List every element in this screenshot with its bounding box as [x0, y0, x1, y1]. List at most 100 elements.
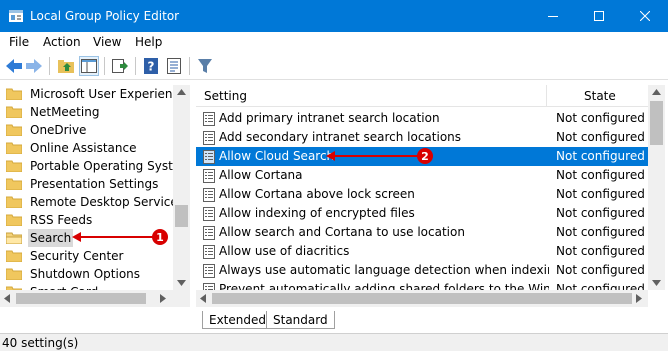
- scroll-up-icon: [652, 89, 661, 95]
- column-header-state[interactable]: State: [584, 88, 616, 104]
- show-hide-tree-icon: [81, 59, 97, 73]
- filter-button[interactable]: [195, 56, 215, 76]
- setting-state: Not configured: [556, 263, 645, 277]
- export-list-icon: [112, 59, 128, 73]
- show-hide-tree-button[interactable]: [79, 56, 99, 76]
- tree-item-online-assistance[interactable]: Online Assistance: [6, 139, 176, 157]
- column-header-setting[interactable]: Setting: [204, 88, 247, 104]
- navigation-tree[interactable]: Microsoft User Experience Virtualization…: [0, 85, 190, 307]
- setting-state: Not configured: [556, 206, 645, 220]
- tree-item-netmeeting[interactable]: NetMeeting: [6, 103, 176, 121]
- setting-name: Always use automatic language detection …: [219, 263, 549, 277]
- setting-row[interactable]: Allow use of diacritics Not configured: [196, 242, 648, 261]
- folder-icon: [6, 250, 22, 262]
- minimize-button[interactable]: [530, 0, 576, 32]
- tree-item-search[interactable]: Search: [6, 229, 176, 247]
- setting-row[interactable]: Allow Cortana above lock screen Not confi…: [196, 185, 648, 204]
- annotation-arrow-1: [78, 236, 154, 238]
- tree-item-label: Shutdown Options: [30, 267, 141, 281]
- folder-icon: [6, 214, 22, 226]
- tree-item-label: Portable Operating System: [30, 159, 176, 173]
- close-button[interactable]: [622, 0, 668, 32]
- tree-item-label: Security Center: [30, 249, 124, 263]
- maximize-button[interactable]: [576, 0, 622, 32]
- folder-icon: [6, 88, 22, 100]
- scroll-left-icon: [200, 294, 206, 303]
- tree-item-label: Microsoft User Experience Virtualization: [30, 87, 176, 101]
- tab-standard[interactable]: Standard: [266, 311, 335, 329]
- up-folder-icon: [58, 60, 74, 73]
- list-hscroll-thumb[interactable]: [212, 293, 632, 304]
- menu-file[interactable]: File: [9, 34, 29, 50]
- folder-icon: [6, 142, 22, 154]
- forward-button[interactable]: [24, 56, 44, 76]
- policy-setting-icon: [203, 187, 215, 202]
- setting-name: Add secondary intranet search locations: [219, 130, 462, 144]
- scroll-right-icon: [636, 294, 642, 303]
- annotation-badge-2: 2: [417, 148, 433, 164]
- setting-state: Not configured: [556, 149, 645, 163]
- menu-view[interactable]: View: [93, 34, 121, 50]
- setting-name: Allow Cortana: [219, 168, 303, 182]
- tree-item-rss-feeds[interactable]: RSS Feeds: [6, 211, 176, 229]
- settings-pane: Setting State Add primary intranet searc…: [196, 85, 668, 307]
- tree-item-label: Online Assistance: [30, 141, 137, 155]
- scroll-down-icon: [652, 280, 661, 286]
- tree-item-label: Remote Desktop Services: [30, 195, 176, 209]
- annotation-arrow-2: [332, 155, 418, 157]
- tree-horizontal-scrollbar[interactable]: [0, 290, 173, 307]
- list-horizontal-scrollbar[interactable]: [196, 290, 648, 307]
- close-icon: [640, 11, 650, 21]
- list-scroll-thumb[interactable]: [650, 101, 663, 145]
- folder-icon: [6, 160, 22, 172]
- policy-setting-icon: [203, 149, 215, 164]
- setting-name: Allow search and Cortana to use location: [219, 225, 465, 239]
- help-icon: ?: [144, 58, 158, 74]
- tree-hscroll-thumb[interactable]: [16, 293, 146, 304]
- properties-button[interactable]: [164, 56, 184, 76]
- policy-setting-icon: [203, 225, 215, 240]
- policy-setting-icon: [203, 111, 215, 126]
- tab-extended[interactable]: Extended: [202, 311, 273, 329]
- scroll-down-icon: [177, 280, 186, 286]
- list-vertical-scrollbar[interactable]: [648, 85, 665, 290]
- window-title: Local Group Policy Editor: [30, 9, 180, 23]
- setting-row[interactable]: Always use automatic language detection …: [196, 261, 648, 280]
- tree-item-presentation-settings[interactable]: Presentation Settings: [6, 175, 176, 193]
- setting-row[interactable]: Allow indexing of encrypted files Not con…: [196, 204, 648, 223]
- tree-item-label: OneDrive: [30, 123, 87, 137]
- tree-item-shutdown-options[interactable]: Shutdown Options: [6, 265, 176, 283]
- properties-icon: [167, 58, 181, 74]
- tree-vertical-scrollbar[interactable]: [173, 85, 190, 307]
- setting-row[interactable]: Allow search and Cortana to use location…: [196, 223, 648, 242]
- setting-name: Add primary intranet search location: [219, 111, 440, 125]
- setting-state: Not configured: [556, 130, 645, 144]
- tree-item-microsoft-user-experience-virtualization[interactable]: Microsoft User Experience Virtualization: [6, 85, 176, 103]
- tree-scroll-thumb[interactable]: [175, 205, 188, 227]
- policy-setting-icon: [203, 168, 215, 183]
- toolbar: ?: [0, 52, 668, 80]
- setting-row[interactable]: Add secondary intranet search locations N…: [196, 128, 648, 147]
- menu-action[interactable]: Action: [43, 34, 81, 50]
- tree-item-onedrive[interactable]: OneDrive: [6, 121, 176, 139]
- menu-help[interactable]: Help: [135, 34, 162, 50]
- tree-item-portable-operating-system[interactable]: Portable Operating System: [6, 157, 176, 175]
- tree-item-remote-desktop-services[interactable]: Remote Desktop Services: [6, 193, 176, 211]
- folder-icon: [6, 106, 22, 118]
- folder-icon: [6, 196, 22, 208]
- menu-bar: File Action View Help: [0, 32, 668, 52]
- policy-setting-icon: [203, 263, 215, 278]
- back-button[interactable]: [4, 56, 24, 76]
- export-list-button[interactable]: [110, 56, 130, 76]
- up-one-level-button[interactable]: [56, 56, 76, 76]
- policy-setting-icon: [203, 130, 215, 145]
- tree-item-label: Search: [28, 229, 74, 247]
- tree-item-label: NetMeeting: [30, 105, 100, 119]
- help-button[interactable]: ?: [141, 56, 161, 76]
- forward-icon: [26, 59, 42, 73]
- policy-setting-icon: [203, 206, 215, 221]
- setting-row[interactable]: Add primary intranet search location Not …: [196, 109, 648, 128]
- setting-row[interactable]: Allow Cortana Not configured: [196, 166, 648, 185]
- tree-item-security-center[interactable]: Security Center: [6, 247, 176, 265]
- svg-text:?: ?: [148, 60, 155, 74]
